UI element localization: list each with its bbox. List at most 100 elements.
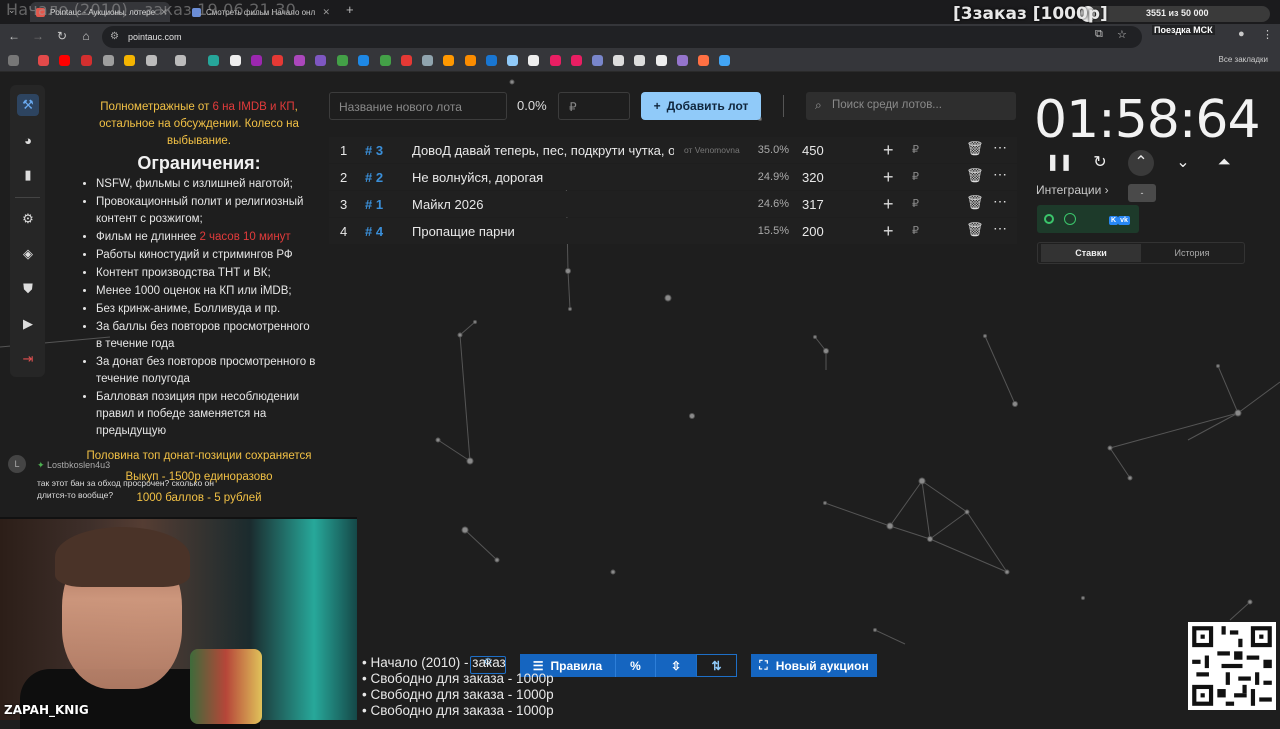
delete-lot-icon[interactable]: 🗑 <box>966 221 984 238</box>
pause-icon[interactable]: ❚❚ <box>1046 150 1073 176</box>
logout-icon[interactable]: ⇥ <box>17 348 39 370</box>
forward-icon[interactable]: → <box>29 29 47 43</box>
rule-item: Балловая позиция при несоблюдении правил… <box>96 389 318 440</box>
bookmark-icon[interactable] <box>507 55 518 66</box>
new-lot-percent: 0.0% <box>517 98 547 113</box>
close-tab-icon[interactable]: ✕ <box>322 7 330 18</box>
translate-icon[interactable]: ⧉ <box>1095 28 1103 41</box>
rule-item: Без кринж-аниме, Болливуда и пр. <box>96 301 318 318</box>
bookmark-icon[interactable] <box>38 55 49 66</box>
all-bookmarks-link[interactable]: Все закладки <box>1219 55 1268 64</box>
bookmark-mail-icon[interactable] <box>124 55 135 66</box>
wheel-icon[interactable]: ◕ <box>17 129 39 151</box>
bookmark-icon[interactable] <box>550 55 561 66</box>
lot-amount[interactable]: 450 <box>802 143 824 158</box>
lot-name[interactable]: Майкл 2026 <box>412 197 674 212</box>
stats-icon[interactable]: ▮ <box>17 164 39 186</box>
tab-bids[interactable]: Ставки <box>1041 244 1141 262</box>
bookmark-icon[interactable] <box>571 55 582 66</box>
browser-menu-icon[interactable]: ⋮ <box>1262 28 1273 41</box>
delete-lot-icon[interactable]: 🗑 <box>966 140 984 157</box>
bookmark-icon[interactable] <box>634 55 645 66</box>
apps-icon[interactable] <box>8 55 19 66</box>
bookmark-icon[interactable] <box>528 55 539 66</box>
add-amount-icon[interactable]: + <box>883 140 894 161</box>
reload-icon[interactable]: ↻ <box>53 29 71 43</box>
bookmark-icon[interactable] <box>401 55 412 66</box>
bookmark-icon[interactable] <box>208 55 219 66</box>
sort-icon[interactable]: ⇅ <box>696 654 737 677</box>
subtract-time-icon[interactable]: ⌄ <box>1170 150 1196 176</box>
layers-icon[interactable]: ◈ <box>17 243 39 265</box>
reset-icon[interactable]: ↻ <box>1087 150 1113 176</box>
shield-icon[interactable]: ⛊ <box>17 278 39 300</box>
back-icon[interactable]: ← <box>5 29 23 43</box>
delete-lot-icon[interactable]: 🗑 <box>966 167 984 184</box>
currency-icon: ₽ <box>912 171 919 183</box>
lot-name[interactable]: Не волнуйся, дорогая <box>412 170 674 185</box>
bookmark-icon[interactable] <box>698 55 709 66</box>
delete-lot-icon[interactable]: 🗑 <box>966 194 984 211</box>
new-lot-amount-input[interactable]: ₽ <box>558 92 630 120</box>
bookmark-icon[interactable] <box>719 55 730 66</box>
bookmark-icon[interactable] <box>380 55 391 66</box>
split-icon[interactable]: ⇳ <box>655 654 696 677</box>
webcam-feed: ZAPAH_KNIG <box>0 517 357 729</box>
bookmark-vk-icon[interactable] <box>486 55 497 66</box>
profile-icon[interactable]: ● <box>1238 28 1245 40</box>
bookmark-icon[interactable] <box>146 55 157 66</box>
more-options-icon[interactable]: ⋯ <box>993 193 1007 210</box>
auction-hammer-icon[interactable]: ⚒ <box>17 94 39 116</box>
new-lot-name-input[interactable]: Название нового лота <box>329 92 507 120</box>
add-lot-button[interactable]: + Добавить лот <box>641 92 761 120</box>
integrations-toggle[interactable]: Интеграции › <box>1036 183 1109 197</box>
more-options-icon[interactable]: ⋯ <box>993 220 1007 237</box>
rule-item: Контент производства ТНТ и ВК; <box>96 265 318 282</box>
bookmark-icon[interactable] <box>656 55 667 66</box>
bookmark-icon[interactable] <box>103 55 114 66</box>
bookmark-icon[interactable] <box>294 55 305 66</box>
lot-amount[interactable]: 200 <box>802 224 824 239</box>
bookmark-icon[interactable] <box>677 55 688 66</box>
add-time-icon[interactable]: ⌃ <box>1128 150 1154 176</box>
bookmark-icon[interactable] <box>613 55 624 66</box>
lot-name[interactable]: ДовоД давай теперь, пес, подкрути чутка,… <box>412 143 674 158</box>
site-info-icon[interactable]: ⚙ <box>110 31 119 42</box>
bookmark-icon[interactable] <box>592 55 603 66</box>
bookmark-icon[interactable] <box>443 55 454 66</box>
rules-intro: Полнометражные от 6 на IMDB и КП, осталь… <box>99 101 299 147</box>
bookmark-star-icon[interactable]: ☆ <box>1117 28 1127 41</box>
bookmark-icon[interactable] <box>337 55 348 66</box>
add-amount-icon[interactable]: + <box>883 221 894 242</box>
home-icon[interactable]: ⌂ <box>77 29 95 43</box>
bookmark-icon[interactable] <box>251 55 262 66</box>
bookmark-icon[interactable] <box>230 55 241 66</box>
lot-amount[interactable]: 317 <box>802 197 824 212</box>
add-amount-icon[interactable]: + <box>883 194 894 215</box>
add-amount-icon[interactable]: + <box>883 167 894 188</box>
new-auction-button[interactable]: ⛶ Новый аукцион <box>751 654 877 677</box>
more-options-icon[interactable]: ⋯ <box>993 166 1007 183</box>
bookmark-icon[interactable] <box>315 55 326 66</box>
video-library-icon[interactable]: ▶ <box>17 313 39 335</box>
bookmark-icon[interactable] <box>81 55 92 66</box>
settings-gear-icon[interactable]: ⚙ <box>17 208 39 230</box>
bookmark-icon[interactable] <box>272 55 283 66</box>
bookmark-icon[interactable] <box>358 55 369 66</box>
bookmark-icon[interactable] <box>465 55 476 66</box>
new-tab-icon[interactable]: + <box>346 2 354 17</box>
lot-name[interactable]: Пропащие парни <box>412 224 674 239</box>
tab-history[interactable]: История <box>1142 244 1242 262</box>
more-options-icon[interactable]: ⋯ <box>993 139 1007 156</box>
donation-status-icon[interactable] <box>1064 213 1076 225</box>
vk-integration-icon[interactable]: Kvk <box>1109 212 1130 227</box>
lot-search-input[interactable]: ⌕ Поиск среди лотов... <box>806 92 1016 120</box>
bookmark-youtube-icon[interactable] <box>59 55 70 66</box>
bookmark-icon[interactable] <box>422 55 433 66</box>
bookmark-icon[interactable] <box>175 55 186 66</box>
lot-amount[interactable]: 320 <box>802 170 824 185</box>
url-field[interactable]: ⚙ pointauc.com <box>102 26 1142 48</box>
double-up-icon[interactable]: ⏶ <box>1211 150 1237 176</box>
percent-toggle-icon[interactable]: % <box>615 654 655 677</box>
twitch-status-icon[interactable] <box>1044 214 1054 224</box>
